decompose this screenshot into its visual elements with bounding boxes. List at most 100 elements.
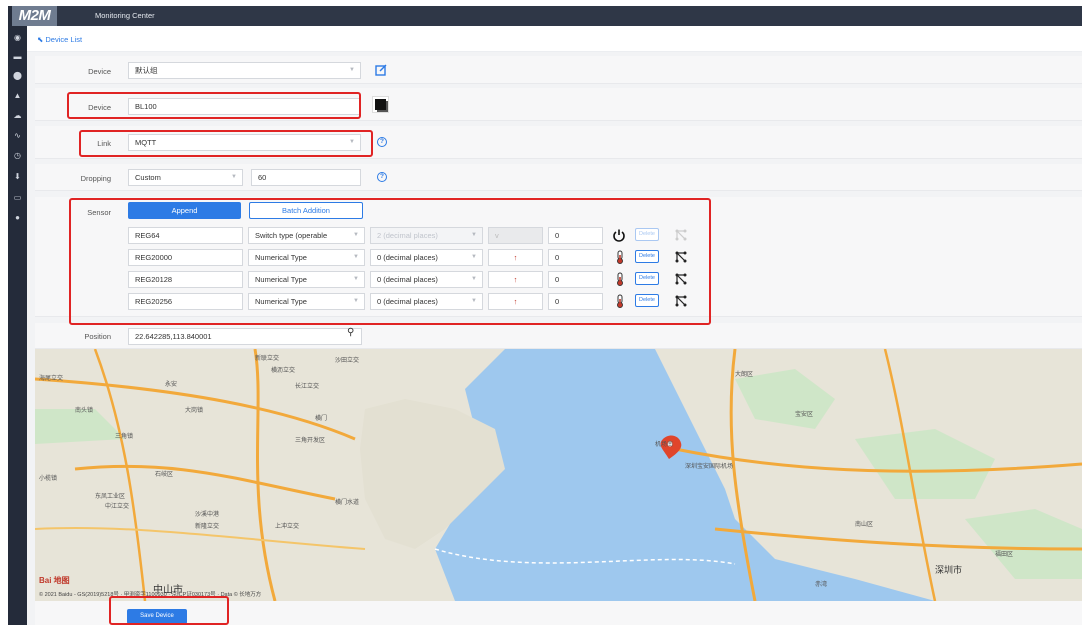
link-protocol-select[interactable]: MQTT ▼ <box>128 134 361 151</box>
sensor-type-value: Numerical Type <box>255 275 307 284</box>
map-label: 东凤工业区 <box>95 494 126 500</box>
delete-sensor-button[interactable]: Delete <box>635 272 659 285</box>
device-name-input[interactable]: BL100 <box>128 98 361 115</box>
map-view[interactable]: 新联立交 横沥立交 海尾立交 南头镇 大岗镇 永安 三角镇 三角开发区 石岐区 … <box>35 349 1082 601</box>
device-name-row: Device BL100 <box>35 88 1082 121</box>
dropping-interval-input[interactable]: 60 <box>251 169 361 186</box>
help-icon[interactable]: ? <box>377 137 387 147</box>
edit-icon[interactable] <box>375 64 387 76</box>
map-label: 长江立交 <box>295 384 320 390</box>
thermometer-icon <box>617 250 623 264</box>
unit-input[interactable]: ↑ <box>488 249 543 266</box>
chevron-down-icon: ▼ <box>353 254 359 260</box>
map-label: 三角镇 <box>115 434 134 440</box>
position-label: Position <box>84 332 111 341</box>
delete-sensor-button[interactable]: Delete <box>635 228 659 241</box>
sensor-value-input[interactable]: 0 <box>548 227 603 244</box>
map-label: 沙田立交 <box>335 358 360 364</box>
device-group-select[interactable]: 默认组 ▼ <box>128 62 361 79</box>
map-label: 沙溪中港 <box>195 512 220 518</box>
bell-icon[interactable]: ▲ <box>8 90 27 102</box>
position-input[interactable]: 22.642285,113.840001 <box>128 328 362 345</box>
device-group-row: Device 默认组 ▼ <box>35 56 1082 84</box>
sensor-type-select[interactable]: Numerical Type ▼ <box>248 271 365 288</box>
map-label: 永安 <box>165 382 178 388</box>
map-label: 深圳宝安国际机场 <box>685 464 734 470</box>
sensor-name-input[interactable]: REG20000 <box>128 249 243 266</box>
append-sensor-button[interactable]: Append <box>128 202 241 219</box>
connect-nodes-icon[interactable] <box>675 251 687 263</box>
decimal-places-select[interactable]: 2 (decimal places) ▼ <box>370 227 483 244</box>
sensor-type-value: Numerical Type <box>255 297 307 306</box>
map-label: 福田区 <box>995 552 1014 558</box>
power-icon <box>613 229 625 242</box>
device-image-thumbnail[interactable] <box>372 96 389 113</box>
download-icon[interactable]: ⬇ <box>8 171 27 183</box>
clock-icon[interactable]: ◷ <box>8 150 27 162</box>
connect-nodes-icon[interactable] <box>675 273 687 285</box>
sensor-type-value: Switch type (operable <box>255 231 328 240</box>
sensor-type-select[interactable]: Switch type (operable ▼ <box>248 227 365 244</box>
chevron-down-icon: ▼ <box>231 174 237 180</box>
thermometer-icon <box>617 272 623 286</box>
sensor-section: Sensor Append Batch Addition REG64 Switc… <box>35 197 1082 317</box>
decimal-places-select[interactable]: 0 (decimal places) ▼ <box>370 249 483 266</box>
chevron-down-icon: ▼ <box>471 232 477 238</box>
sensor-label: Sensor <box>87 208 111 217</box>
sensor-name-input[interactable]: REG64 <box>128 227 243 244</box>
map-label: 海尾立交 <box>39 376 64 382</box>
sensor-name-input[interactable]: REG20256 <box>128 293 243 310</box>
device-name-label: Device <box>88 103 111 112</box>
map-label: 南头镇 <box>75 408 94 414</box>
map-label: 深圳市 <box>935 565 963 575</box>
map-label: 上冲立交 <box>275 524 300 530</box>
app-logo: M2M <box>12 6 57 26</box>
top-bar: Monitoring Center <box>27 6 1082 26</box>
search-icon[interactable]: ⚲ <box>347 327 354 338</box>
chart-icon[interactable]: ∿ <box>8 130 27 142</box>
sensor-row: REG20000 Numerical Type ▼ 0 (decimal plac… <box>35 247 735 267</box>
decimal-places-select[interactable]: 0 (decimal places) ▼ <box>370 293 483 310</box>
unit-input[interactable]: ↑ <box>488 293 543 310</box>
device-box-icon <box>375 99 386 110</box>
decimal-places-value: 0 (decimal places) <box>377 275 438 284</box>
sensor-type-value: Numerical Type <box>255 253 307 262</box>
connect-nodes-icon[interactable] <box>675 295 687 307</box>
sensor-value-input[interactable]: 0 <box>548 271 603 288</box>
sensor-row: REG20256 Numerical Type ▼ 0 (decimal plac… <box>35 291 735 311</box>
sidebar: ◉ ▬ ⬤ ▲ ☁ ∿ ◷ ⬇ ▭ ● <box>8 6 27 625</box>
sensor-name-input[interactable]: REG20128 <box>128 271 243 288</box>
message-icon[interactable]: ▬ <box>8 51 27 63</box>
sensor-value-input[interactable]: 0 <box>548 293 603 310</box>
decimal-places-select[interactable]: 0 (decimal places) ▼ <box>370 271 483 288</box>
decimal-places-value: 0 (decimal places) <box>377 297 438 306</box>
connect-nodes-icon[interactable] <box>675 229 687 241</box>
position-row: Position 22.642285,113.840001 ⚲ <box>35 323 1082 349</box>
unit-input[interactable]: ↑ <box>488 271 543 288</box>
eye-icon[interactable]: ◉ <box>8 32 27 44</box>
map-label: 中江立交 <box>105 504 130 510</box>
help-icon[interactable]: ? <box>377 172 387 182</box>
sensor-type-select[interactable]: Numerical Type ▼ <box>248 249 365 266</box>
decimal-places-value: 2 (decimal places) <box>377 231 438 240</box>
map-label: 大朗区 <box>735 372 754 378</box>
chevron-down-icon: ▼ <box>349 139 355 145</box>
form-footer: Save Device <box>35 601 1082 625</box>
dropping-mode-select[interactable]: Custom ▼ <box>128 169 243 186</box>
sensor-value-input[interactable]: 0 <box>548 249 603 266</box>
dropping-row: Dropping Custom ▼ 60 ? <box>35 164 1082 191</box>
location-pin-icon[interactable]: ⬤ <box>8 70 27 82</box>
user-icon[interactable]: ● <box>8 212 27 224</box>
map-label: 新隆立交 <box>195 524 220 530</box>
card-icon[interactable]: ▭ <box>8 192 27 204</box>
back-to-device-list-link[interactable]: ⬉ Device List <box>37 35 82 44</box>
batch-addition-button[interactable]: Batch Addition <box>249 202 363 219</box>
delete-sensor-button[interactable]: Delete <box>635 250 659 263</box>
sensor-type-select[interactable]: Numerical Type ▼ <box>248 293 365 310</box>
chevron-down-icon: ▼ <box>353 298 359 304</box>
save-device-button[interactable]: Save Device <box>127 609 187 624</box>
delete-sensor-button[interactable]: Delete <box>635 294 659 307</box>
unit-input[interactable]: v <box>488 227 543 244</box>
thermometer-icon <box>617 294 623 308</box>
cloud-icon[interactable]: ☁ <box>8 110 27 122</box>
